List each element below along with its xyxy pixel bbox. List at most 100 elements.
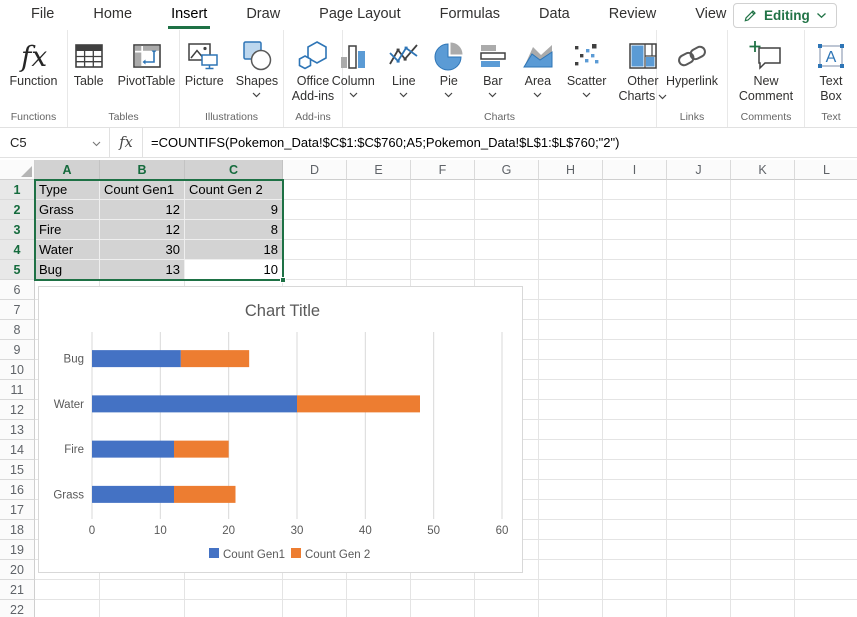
cell-L12[interactable] [795,400,857,420]
cell-K2[interactable] [731,200,795,220]
menu-tab-insert[interactable]: Insert [170,1,208,29]
cell-J4[interactable] [667,240,731,260]
cell-H18[interactable] [539,520,603,540]
cell-L11[interactable] [795,380,857,400]
insert-function-button[interactable]: fx [110,128,143,157]
cell-J6[interactable] [667,280,731,300]
row-header-21[interactable]: 21 [0,580,35,600]
cell-G4[interactable] [475,240,539,260]
cell-H20[interactable] [539,560,603,580]
column-header-C[interactable]: C [185,160,283,180]
row-header-6[interactable]: 6 [0,280,35,300]
row-header-17[interactable]: 17 [0,500,35,520]
cell-A21[interactable] [35,580,100,600]
cell-H14[interactable] [539,440,603,460]
cell-E2[interactable] [347,200,411,220]
cell-H12[interactable] [539,400,603,420]
cell-H16[interactable] [539,480,603,500]
cell-I10[interactable] [603,360,667,380]
cell-J3[interactable] [667,220,731,240]
cell-F4[interactable] [411,240,475,260]
cell-I1[interactable] [603,180,667,200]
function-button[interactable]: fxFunction [7,36,61,91]
cell-L3[interactable] [795,220,857,240]
menu-tab-draw[interactable]: Draw [245,1,281,29]
cell-E21[interactable] [347,580,411,600]
cell-L10[interactable] [795,360,857,380]
cell-I17[interactable] [603,500,667,520]
cell-K11[interactable] [731,380,795,400]
column-header-A[interactable]: A [35,160,100,180]
cell-G22[interactable] [475,600,539,617]
row-header-11[interactable]: 11 [0,380,35,400]
cell-L18[interactable] [795,520,857,540]
cell-F3[interactable] [411,220,475,240]
cell-K19[interactable] [731,540,795,560]
cell-L22[interactable] [795,600,857,617]
column-header-E[interactable]: E [347,160,411,180]
cell-K4[interactable] [731,240,795,260]
cell-J14[interactable] [667,440,731,460]
row-header-20[interactable]: 20 [0,560,35,580]
cell-J10[interactable] [667,360,731,380]
legend-label-gen2[interactable]: Count Gen 2 [305,549,370,561]
cell-K22[interactable] [731,600,795,617]
cell-I7[interactable] [603,300,667,320]
cell-G5[interactable] [475,260,539,280]
pivottable-button[interactable]: PivotTable [115,36,179,91]
row-header-3[interactable]: 3 [0,220,35,240]
cell-I22[interactable] [603,600,667,617]
cell-D1[interactable] [283,180,347,200]
bar-segment-gen2-bug[interactable] [181,350,249,367]
legend-label-gen1[interactable]: Count Gen1 [223,549,285,561]
cell-J7[interactable] [667,300,731,320]
row-header-2[interactable]: 2 [0,200,35,220]
cell-L17[interactable] [795,500,857,520]
cell-K5[interactable] [731,260,795,280]
cell-I4[interactable] [603,240,667,260]
cell-J21[interactable] [667,580,731,600]
cell-H22[interactable] [539,600,603,617]
cell-H8[interactable] [539,320,603,340]
shapes-button[interactable]: Shapes [233,36,281,100]
cell-G2[interactable] [475,200,539,220]
menu-tab-formulas[interactable]: Formulas [439,1,501,29]
bar-segment-gen1-water[interactable] [92,395,297,412]
cell-L9[interactable] [795,340,857,360]
cell-D4[interactable] [283,240,347,260]
cell-K7[interactable] [731,300,795,320]
cell-D21[interactable] [283,580,347,600]
column-header-B[interactable]: B [100,160,185,180]
bar-segment-gen1-bug[interactable] [92,350,181,367]
text-box-button[interactable]: ATextBox [811,36,851,106]
row-header-18[interactable]: 18 [0,520,35,540]
cell-L2[interactable] [795,200,857,220]
line-button[interactable]: Line [384,36,424,100]
cell-A2[interactable]: Grass [35,200,100,220]
cell-I20[interactable] [603,560,667,580]
cell-C21[interactable] [185,580,283,600]
cell-K1[interactable] [731,180,795,200]
cell-I16[interactable] [603,480,667,500]
cell-H7[interactable] [539,300,603,320]
cell-I2[interactable] [603,200,667,220]
cell-K18[interactable] [731,520,795,540]
cell-A1[interactable]: Type [35,180,100,200]
cell-H3[interactable] [539,220,603,240]
cell-J1[interactable] [667,180,731,200]
cell-J2[interactable] [667,200,731,220]
column-header-L[interactable]: L [795,160,857,180]
cell-E4[interactable] [347,240,411,260]
bar-segment-gen2-fire[interactable] [174,441,229,458]
cell-I12[interactable] [603,400,667,420]
cell-B1[interactable]: Count Gen1 [100,180,185,200]
cell-I13[interactable] [603,420,667,440]
cell-A5[interactable]: Bug [35,260,100,280]
cell-F21[interactable] [411,580,475,600]
cell-K20[interactable] [731,560,795,580]
scatter-button[interactable]: Scatter [564,36,610,100]
cell-K21[interactable] [731,580,795,600]
cell-F2[interactable] [411,200,475,220]
cell-L8[interactable] [795,320,857,340]
cell-name-box[interactable]: C5 [0,128,110,157]
